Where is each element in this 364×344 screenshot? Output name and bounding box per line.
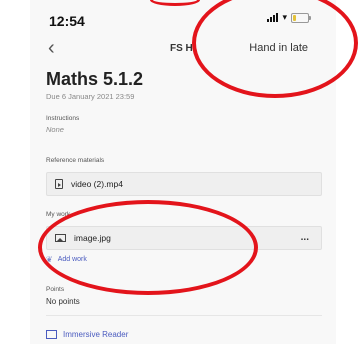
reference-file-name: video (2).mp4 — [71, 179, 123, 189]
class-title: FS H — [170, 43, 193, 54]
back-icon[interactable]: ‹ — [48, 38, 55, 58]
my-work-label: My work — [46, 211, 71, 218]
reference-file-card[interactable]: video (2).mp4 — [46, 172, 322, 196]
reference-materials-label: Reference materials — [46, 157, 105, 164]
assignment-title: Maths 5.1.2 — [46, 69, 144, 89]
hand-in-late-button[interactable]: Hand in late — [249, 42, 308, 54]
immersive-reader-button[interactable]: Immersive Reader — [46, 330, 128, 339]
paperclip-icon: ❦ — [46, 255, 53, 264]
divider — [46, 315, 322, 316]
status-time: 12:54 — [49, 13, 85, 29]
my-work-file-name: image.jpg — [74, 233, 111, 243]
instructions-value: None — [46, 125, 64, 134]
battery-icon — [291, 12, 311, 23]
phone-screen: 12:54 ▾ ‹ FS H Hand in late Maths 5.1.2 … — [30, 0, 336, 344]
points-label: Points — [46, 286, 65, 293]
video-file-icon — [55, 179, 63, 189]
my-work-file-card[interactable]: image.jpg ... — [46, 226, 322, 250]
more-options-icon[interactable]: ... — [301, 232, 309, 243]
due-date: Due 6 January 2021 23:59 — [46, 92, 135, 101]
points-value: No points — [46, 297, 80, 306]
signal-icon — [267, 13, 279, 22]
add-work-button[interactable]: ❦ Add work — [46, 255, 87, 264]
immersive-reader-icon — [46, 330, 57, 339]
image-file-icon — [55, 234, 66, 242]
status-icons: ▾ — [267, 12, 311, 23]
wifi-icon: ▾ — [282, 12, 287, 22]
add-work-label: Add work — [57, 256, 87, 263]
instructions-label: Instructions — [46, 115, 80, 122]
immersive-reader-label: Immersive Reader — [63, 330, 129, 339]
